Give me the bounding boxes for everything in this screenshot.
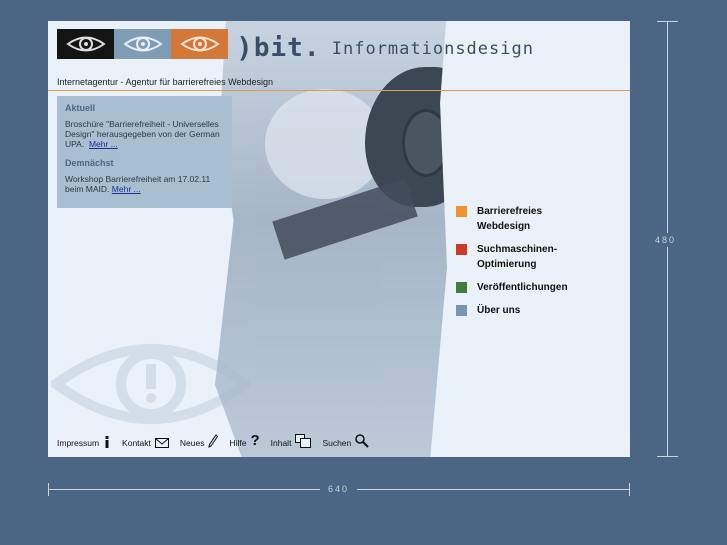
width-dimension-label: 640 [320, 484, 358, 494]
question-mark-icon: ? [250, 432, 260, 449]
footer-neues-label: Neues [179, 438, 205, 448]
nav-item-label: Barrierefreies Webdesign [477, 206, 543, 232]
nav-item-barrierefreies-webdesign[interactable]: Barrierefreies Webdesign [456, 204, 587, 234]
photo-sunglasses [402, 109, 447, 177]
footer-hilfe-label: Hilfe [229, 438, 247, 448]
footer-hilfe-link[interactable]: Hilfe ? [229, 432, 260, 449]
search-icon [355, 434, 369, 448]
footer-inhalt-label: Inhalt [270, 438, 292, 448]
news-current-heading: Aktuell [65, 103, 96, 113]
logo-bracket: ) [236, 31, 254, 64]
nav-item-veroeffentlichungen[interactable]: Veröffentlichungen [456, 280, 587, 295]
logo-eyes[interactable] [57, 29, 228, 59]
nav-square-icon [456, 244, 467, 255]
footer-links: Impressum Kontakt Neues Hilfe ? Inhalt S… [57, 432, 380, 449]
footer-suchen-label: Suchen [322, 438, 352, 448]
nav-square-icon [456, 282, 467, 293]
nav-square-icon [456, 206, 467, 217]
footer-impressum-link[interactable]: Impressum [57, 436, 111, 448]
footer-impressum-label: Impressum [57, 438, 100, 448]
footer-kontakt-link[interactable]: Kontakt [122, 438, 169, 448]
envelope-icon [154, 438, 169, 448]
nav-item-ueber-uns[interactable]: Über uns [456, 303, 587, 318]
logo-bit: bit. [253, 33, 321, 63]
site-logo-wordmark[interactable]: )bit. Informationsdesign [236, 31, 534, 64]
main-navigation: Barrierefreies Webdesign Suchmaschinen-O… [456, 204, 587, 326]
nav-square-icon [456, 305, 467, 316]
eye-logo-icon [114, 29, 171, 59]
info-icon [103, 436, 111, 448]
news-box: Aktuell Broschüre "Barrierefreiheit - Un… [57, 96, 232, 208]
logo-suffix: Informationsdesign [331, 39, 534, 59]
nav-item-label: Veröffentlichungen [477, 282, 568, 293]
site-tagline: Internetagentur - Agentur für barrierefr… [57, 77, 273, 87]
nav-item-suchmaschinen-optimierung[interactable]: Suchmaschinen-Optimierung [456, 242, 587, 272]
news-current-text: Broschüre "Barrierefreiheit - Universell… [65, 119, 224, 149]
news-upcoming-heading: Demnächst [65, 158, 114, 168]
footer-inhalt-link[interactable]: Inhalt [271, 434, 312, 448]
eye-watermark-icon [51, 344, 251, 424]
nav-item-label: Suchmaschinen-Optimierung [477, 244, 558, 270]
news-current-more-link[interactable]: Mehr ... [89, 139, 118, 149]
news-upcoming-more-link[interactable]: Mehr ... [112, 184, 141, 194]
footer-neues-link[interactable]: Neues [180, 434, 219, 448]
footer-suchen-link[interactable]: Suchen [322, 434, 369, 448]
eye-logo-icon [171, 29, 228, 59]
pencil-icon [208, 434, 219, 448]
header-divider [48, 90, 630, 91]
page-canvas: )bit. Informationsdesign Internetagentur… [48, 21, 630, 457]
height-dimension-label: 480 [653, 233, 679, 247]
nav-item-label: Über uns [477, 305, 521, 316]
news-upcoming-text: Workshop Barrierefreiheit am 17.02.11 be… [65, 174, 224, 194]
eye-logo-icon [57, 29, 114, 59]
windows-icon [295, 434, 312, 448]
footer-kontakt-label: Kontakt [122, 438, 151, 448]
